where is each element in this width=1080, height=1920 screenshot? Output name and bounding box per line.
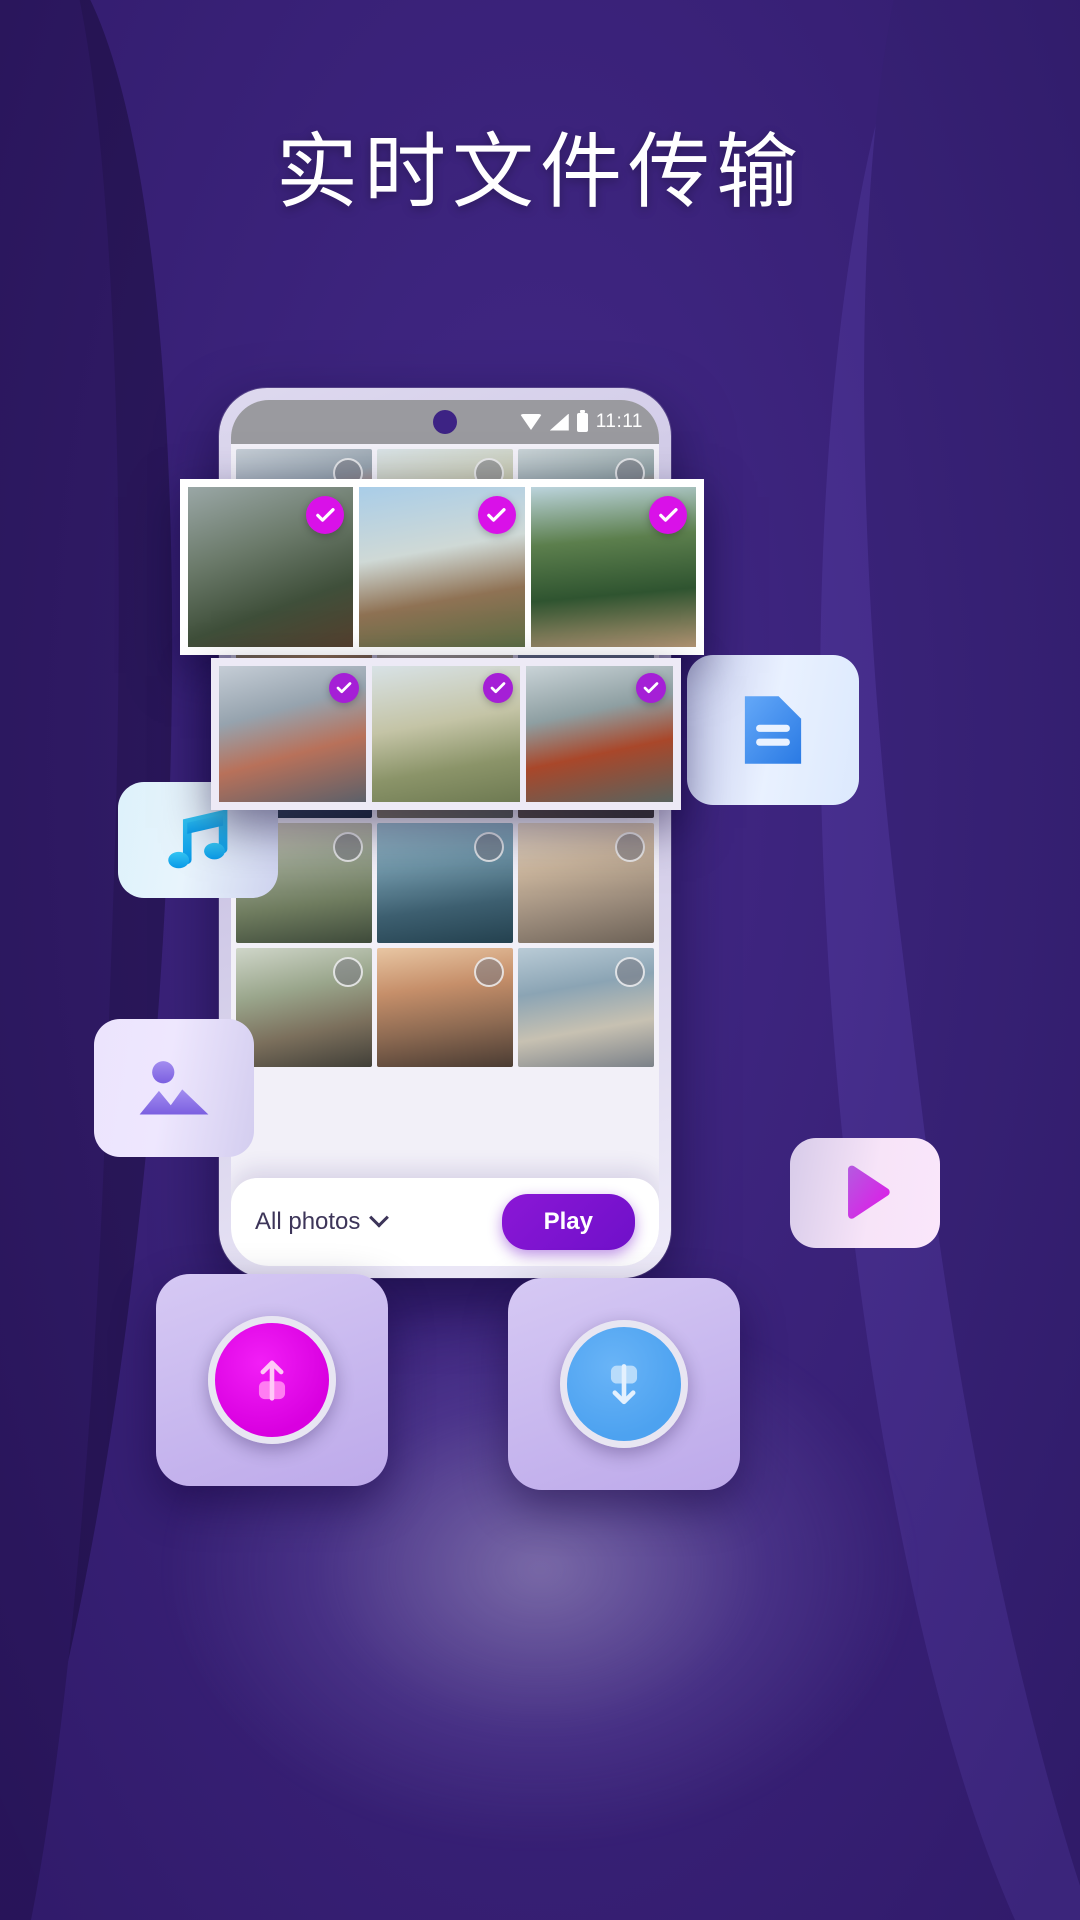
front-camera-dot [433,410,457,434]
grid-cell[interactable] [236,947,372,1068]
send-tile[interactable] [156,1274,388,1486]
status-bar-time: 11:11 [595,411,643,432]
battery-icon [576,409,588,432]
circle-unchecked-icon[interactable] [474,956,504,987]
circle-unchecked-icon[interactable] [333,956,363,987]
album-filter-label: All photos [255,1208,361,1235]
wifi-icon [519,414,542,430]
send-button[interactable] [208,1316,336,1444]
page-title: 实时文件传输 [275,125,804,220]
download-arrow-icon [610,1364,638,1405]
circle-unchecked-icon[interactable] [474,832,504,863]
grid-cell[interactable] [377,947,513,1068]
play-triangle-icon [848,1165,890,1219]
image-picture-icon [139,1061,209,1115]
document-icon [744,696,802,764]
circle-unchecked-icon[interactable] [615,832,645,863]
bottom-sheet: All photos Play [231,1178,659,1266]
circle-unchecked-icon[interactable] [615,956,645,987]
selected-row-second[interactable] [211,658,681,810]
status-bar: 11:11 [231,400,659,444]
check-circle-icon[interactable] [648,496,687,534]
receive-tile[interactable] [508,1278,740,1490]
play-button[interactable]: Play [501,1194,635,1250]
document-card [687,655,859,805]
selected-row-top[interactable] [180,479,704,655]
check-circle-icon[interactable] [635,673,666,703]
selected-photo[interactable] [530,487,696,647]
signal-icon [549,413,569,431]
grid-cell[interactable] [518,947,654,1068]
grid-cell[interactable] [377,823,513,943]
grid-cell[interactable] [518,823,654,943]
check-circle-icon[interactable] [477,496,516,534]
selected-photo[interactable] [188,487,354,647]
chevron-down-icon[interactable] [369,1207,390,1228]
album-filter-dropdown[interactable]: All photos [255,1207,390,1236]
selected-photo[interactable] [525,666,673,802]
video-card [790,1138,940,1248]
upload-arrow-icon [258,1360,286,1401]
selected-photo[interactable] [219,666,367,802]
status-bar-indicators: 11:11 [519,409,643,433]
selected-photo[interactable] [359,487,525,647]
check-circle-icon[interactable] [482,673,513,703]
image-card [94,1019,254,1157]
receive-button[interactable] [560,1320,688,1448]
circle-unchecked-icon[interactable] [333,832,363,863]
selected-photo[interactable] [372,666,520,802]
